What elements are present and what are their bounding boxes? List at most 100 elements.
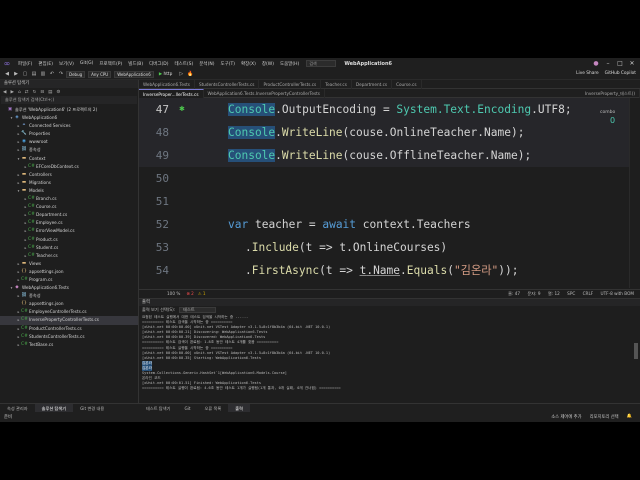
- collapse-all-icon[interactable]: ⊟: [40, 90, 44, 95]
- configuration-select[interactable]: Debug: [66, 70, 86, 78]
- menu-test[interactable]: 테스트(S): [172, 61, 197, 67]
- solution-tree-item[interactable]: ▣ 솔루션 'WebApplication6' (2 프로젝트의 2): [0, 106, 138, 114]
- run-without-debug-icon[interactable]: ▷: [177, 70, 185, 78]
- whitespace-indicator[interactable]: SPC: [567, 291, 575, 296]
- solution-tree-item[interactable]: ▸{} appsettings.json: [0, 268, 138, 276]
- solution-tree-item[interactable]: ▸ C# EFCoreDbContext.cs: [0, 163, 138, 171]
- add-source-control-button[interactable]: 소스 제어에 추가: [551, 414, 581, 420]
- run-button[interactable]: ▶ http: [157, 71, 175, 78]
- output-scrollbar-thumb[interactable]: [634, 343, 638, 359]
- solution-tree-item[interactable]: ▸ C# Teacher.cs: [0, 252, 138, 260]
- tab-property-manager[interactable]: 속성 관리자: [0, 404, 35, 412]
- platform-select[interactable]: Any CPU: [88, 70, 112, 78]
- forward-icon[interactable]: ▶: [10, 90, 13, 95]
- tab-test-explorer[interactable]: 테스트 탐색기: [139, 404, 177, 412]
- document-tab[interactable]: Teacher.cs: [321, 80, 352, 89]
- undo-icon[interactable]: ↶: [48, 70, 56, 78]
- document-tab[interactable]: ProductControllerTests.cs: [259, 80, 322, 89]
- solution-tree-item[interactable]: ▾ ▬ Models: [0, 187, 138, 195]
- menu-analyze[interactable]: 분석(N): [196, 61, 217, 67]
- solution-tree-item[interactable]: ▾ ◈ WebApplication6: [0, 114, 138, 122]
- output-text[interactable]: 요청된 테스트 실행에서 대한 테스트 검색을 시작하는 중 ------ ===…: [139, 314, 640, 391]
- solution-tree-item[interactable]: ▸ C# StudentsControllerTests.cs: [0, 333, 138, 341]
- notifications-icon[interactable]: 🔔: [627, 414, 632, 420]
- solution-tree-item[interactable]: ▸ ⛓ 종속성: [0, 292, 138, 300]
- maximize-icon[interactable]: □: [614, 58, 626, 69]
- code-editor[interactable]: 47 ✱ Console.OutputEncoding = System.Tex…: [139, 98, 629, 288]
- save-icon[interactable]: ▤: [30, 70, 38, 78]
- menu-tools[interactable]: 도구(T): [217, 61, 238, 67]
- document-tab[interactable]: Course.cs: [392, 80, 422, 89]
- menu-file[interactable]: 파일(F): [15, 61, 35, 67]
- save-all-icon[interactable]: ▥: [39, 70, 47, 78]
- select-repository-button[interactable]: 리포지토리 선택: [590, 414, 619, 420]
- back-icon[interactable]: ◀: [3, 70, 11, 78]
- solution-tree-item[interactable]: ▸ ▬ Controllers: [0, 171, 138, 179]
- solution-tree-item[interactable]: ▸ ⛓ 종속성: [0, 146, 138, 154]
- solution-search-input[interactable]: 솔루션 탐색기 검색(Ctrl+;): [1, 96, 137, 104]
- home-icon[interactable]: ⌂: [18, 90, 21, 95]
- live-share-button[interactable]: Live Share: [576, 71, 599, 76]
- show-all-files-icon[interactable]: ▤: [48, 90, 52, 95]
- redo-icon[interactable]: ↷: [57, 70, 65, 78]
- solution-tree-item[interactable]: ▸ C# Course.cs: [0, 203, 138, 211]
- solution-tree-item[interactable]: ▸ ◉ wwwroot: [0, 138, 138, 146]
- close-icon[interactable]: ✕: [626, 58, 638, 69]
- solution-tree-item[interactable]: ▸ C# Program.cs: [0, 276, 138, 284]
- solution-tree-item[interactable]: ▸ C# Student.cs: [0, 244, 138, 252]
- solution-tree-item[interactable]: ▸ ▬ Views: [0, 260, 138, 268]
- solution-tree-item[interactable]: ▸ C# Department.cs: [0, 211, 138, 219]
- forward-icon[interactable]: ▶: [12, 70, 20, 78]
- document-tab[interactable]: Department.cs: [352, 80, 393, 89]
- solution-tree-item[interactable]: ▾ ◆ WebApplication6.Tests: [0, 284, 138, 292]
- solution-tree-item[interactable]: ▸ C# Employee.cs: [0, 219, 138, 227]
- tab-git-changes[interactable]: Git 변경 내용: [73, 404, 111, 412]
- copilot-button[interactable]: GitHub Copilot: [605, 71, 636, 76]
- sync-icon[interactable]: ⇄: [25, 90, 29, 95]
- tab-git[interactable]: Git: [177, 404, 197, 412]
- tab-error-list[interactable]: 오류 목록: [198, 404, 229, 412]
- tab-output[interactable]: 출력: [228, 404, 250, 412]
- solution-tree-item[interactable]: ▾ ▬ Context: [0, 155, 138, 163]
- solution-tree-item[interactable]: ▸ C# ErrorViewModel.cs: [0, 227, 138, 235]
- menu-debug[interactable]: 디버그(D): [146, 61, 171, 67]
- tab-solution-explorer[interactable]: 솔루션 탐색기: [34, 404, 74, 412]
- document-tab[interactable]: StudentsControllerTests.cs: [195, 80, 260, 89]
- account-avatar-icon[interactable]: ●: [590, 58, 602, 69]
- solution-tree-item[interactable]: ▸ ⚭ Connected Services: [0, 122, 138, 130]
- solution-tree-item[interactable]: ▸ C# ProductControllerTests.cs: [0, 325, 138, 333]
- menu-view[interactable]: 보기(V): [56, 61, 77, 67]
- settings-icon[interactable]: ⚙: [56, 90, 60, 95]
- tab-inverseproperty-tests[interactable]: InverseProper...llerTests.cs: [139, 89, 204, 98]
- zoom-level[interactable]: 100 %: [167, 291, 180, 296]
- refresh-icon[interactable]: ↻: [33, 90, 37, 95]
- solution-tree-item[interactable]: ▸ C# TestBase.cs: [0, 341, 138, 349]
- menu-edit[interactable]: 편집(E): [35, 61, 56, 67]
- member-navigation-dropdown[interactable]: InverseProperty_테스트(): [581, 89, 640, 98]
- solution-tree-item[interactable]: ▸ C# EmployeeControllerTests.cs: [0, 308, 138, 316]
- class-navigation-dropdown[interactable]: WebApplication6.Tests.InversePropertyCon…: [204, 89, 325, 98]
- output-source-select[interactable]: 테스트: [179, 307, 216, 313]
- startup-project-select[interactable]: WebApplication6: [114, 70, 154, 78]
- solution-tree-item[interactable]: {} appsettings.json: [0, 300, 138, 308]
- menu-help[interactable]: 도움말(H): [277, 61, 302, 67]
- solution-tree-item[interactable]: ▸ ▬ Migrations: [0, 179, 138, 187]
- hot-reload-icon[interactable]: 🔥: [186, 70, 194, 78]
- menu-window[interactable]: 창(W): [259, 61, 277, 67]
- solution-tree-item[interactable]: ▸ C# Product.cs: [0, 236, 138, 244]
- menu-build[interactable]: 빌드(B): [125, 61, 146, 67]
- encoding-indicator[interactable]: UTF-8 with BOM: [601, 291, 634, 296]
- solution-tree-item[interactable]: ▸ 🔧 Properties: [0, 130, 138, 138]
- global-search-input[interactable]: 검색: [306, 60, 337, 67]
- document-tab[interactable]: WebApplication6.Tests: [139, 80, 195, 89]
- quick-actions-icon[interactable]: ✱: [179, 105, 187, 113]
- solution-tree-item[interactable]: ▸ C# InversePropertyControllerTests.cs: [0, 316, 138, 325]
- menu-extensions[interactable]: 확장(X): [238, 61, 259, 67]
- editor-scrollbar[interactable]: [629, 98, 640, 288]
- warning-count[interactable]: ⚠ 1: [198, 291, 206, 296]
- back-icon[interactable]: ◀: [3, 90, 6, 95]
- error-count[interactable]: ⊗ 2: [186, 291, 194, 296]
- line-ending-indicator[interactable]: CRLF: [583, 291, 594, 296]
- minimize-icon[interactable]: –: [602, 58, 614, 69]
- menu-git[interactable]: Git(G): [77, 61, 97, 66]
